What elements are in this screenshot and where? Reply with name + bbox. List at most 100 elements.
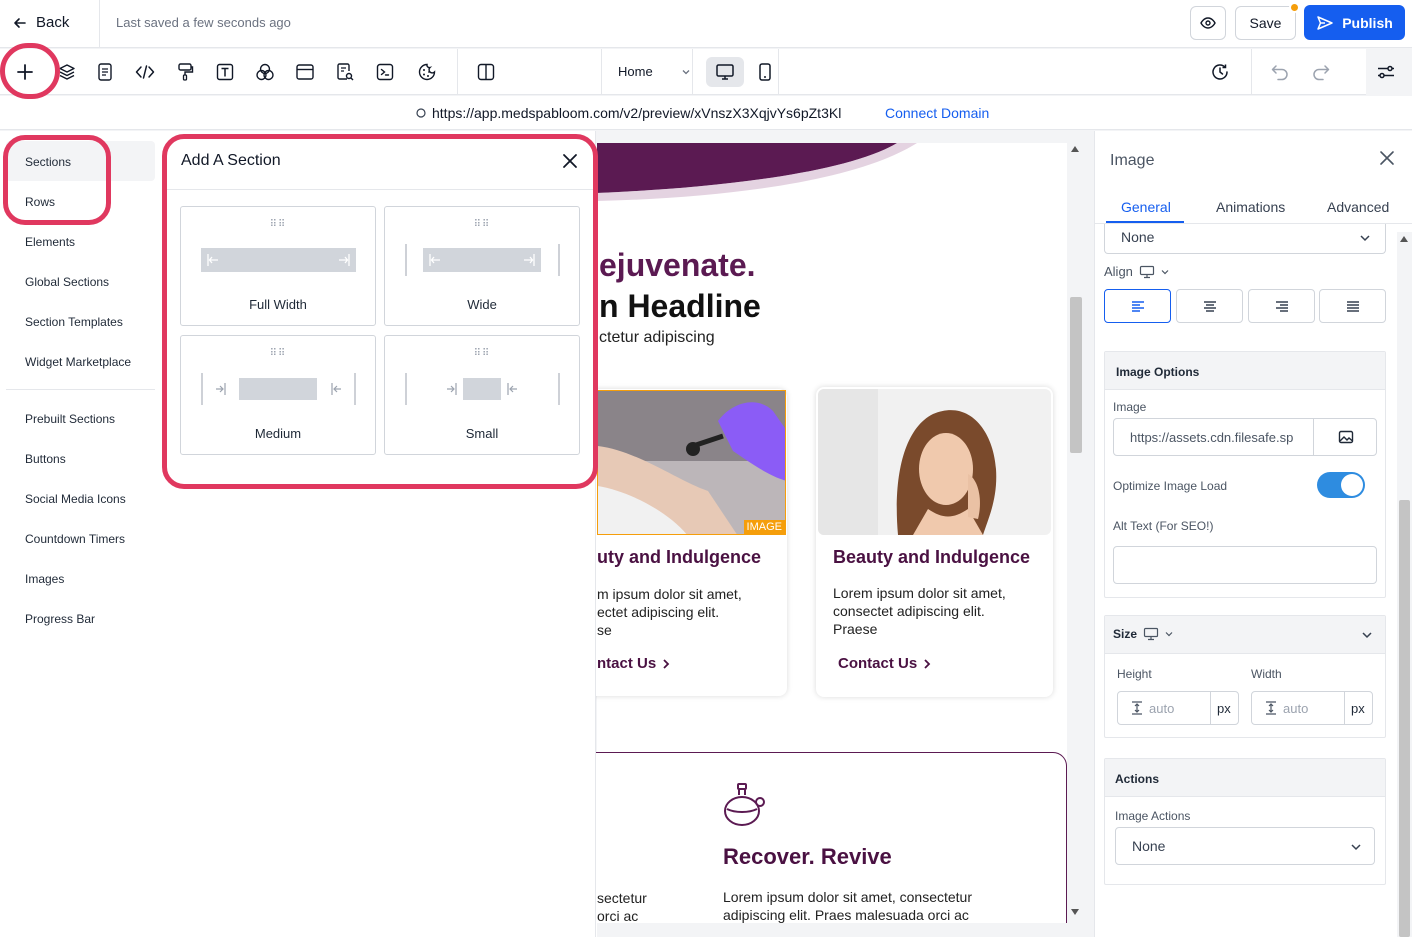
- pages-button[interactable]: [94, 61, 116, 83]
- scroll-up-icon[interactable]: [1400, 236, 1408, 242]
- section-option-small[interactable]: ⠿⠿ Small: [384, 335, 580, 455]
- page-select-value: Home: [618, 64, 653, 79]
- cookie-consent-button[interactable]: [416, 61, 438, 83]
- scroll-down-icon[interactable]: [1071, 909, 1079, 915]
- align-label-row[interactable]: Align: [1104, 264, 1169, 279]
- back-button[interactable]: Back: [12, 14, 69, 31]
- popup-button[interactable]: [294, 61, 316, 83]
- document-icon: [96, 62, 114, 82]
- desktop-view-button[interactable]: [706, 57, 744, 87]
- image-options-label: Image Options: [1116, 365, 1200, 379]
- undo-button[interactable]: [1269, 61, 1291, 83]
- align-center-button[interactable]: [1176, 289, 1243, 323]
- actions-header[interactable]: Actions: [1105, 759, 1385, 797]
- hero-headline-2[interactable]: n Headline: [599, 288, 761, 325]
- hero-headline-1[interactable]: ejuvenate.: [599, 247, 756, 284]
- height-input[interactable]: auto px: [1117, 691, 1239, 725]
- image-options-header[interactable]: Image Options: [1105, 352, 1385, 390]
- scroll-up-icon[interactable]: [1071, 146, 1079, 152]
- section-option-wide[interactable]: ⠿⠿ Wide: [384, 206, 580, 326]
- align-left-button[interactable]: [1104, 289, 1171, 323]
- nav-item-sections[interactable]: Sections: [25, 155, 71, 169]
- card-1-title[interactable]: uty and Indulgence: [597, 547, 761, 568]
- canvas-scrollbar[interactable]: [1069, 143, 1083, 923]
- image-picker-icon[interactable]: [1338, 430, 1354, 444]
- card-1-image[interactable]: IMAGE: [597, 390, 786, 535]
- alt-text-label: Alt Text (For SEO!): [1113, 519, 1214, 533]
- mobile-view-button[interactable]: [754, 61, 776, 83]
- styles-button[interactable]: [174, 61, 196, 83]
- image-actions-select[interactable]: None: [1115, 827, 1375, 865]
- redo-button[interactable]: [1310, 61, 1332, 83]
- nav-item-countdown-timers[interactable]: Countdown Timers: [25, 532, 125, 546]
- preview-url[interactable]: https://app.medspabloom.com/v2/preview/x…: [416, 105, 841, 121]
- chevron-down-icon: [1161, 268, 1169, 276]
- connect-domain-link[interactable]: Connect Domain: [885, 105, 989, 121]
- hero-subtext[interactable]: ctetur adipiscing: [599, 329, 715, 347]
- height-unit[interactable]: px: [1217, 701, 1231, 716]
- settings-scrollbar-thumb[interactable]: [1399, 500, 1410, 937]
- chevron-down-icon: [1165, 630, 1173, 638]
- layers-button[interactable]: [56, 61, 78, 83]
- nav-item-global-sections[interactable]: Global Sections: [25, 275, 109, 289]
- alt-text-input[interactable]: [1113, 546, 1377, 584]
- divider: [1344, 692, 1345, 724]
- top-select[interactable]: None: [1104, 224, 1386, 254]
- eye-icon: [1200, 15, 1216, 31]
- settings-toggle-icon-wrap: [1375, 61, 1397, 83]
- size-header[interactable]: Size: [1105, 616, 1385, 654]
- image-url-field[interactable]: https://assets.cdn.filesafe.sp: [1113, 418, 1377, 456]
- chevron-down-icon[interactable]: [1361, 630, 1373, 640]
- tab-advanced[interactable]: Advanced: [1327, 199, 1389, 215]
- nav-item-images[interactable]: Images: [25, 572, 64, 586]
- height-placeholder: auto: [1149, 701, 1175, 716]
- nav-item-progress-bar[interactable]: Progress Bar: [25, 612, 95, 626]
- align-justify-icon: [1346, 300, 1360, 312]
- card-1-contact-link[interactable]: ntact Us: [597, 655, 670, 672]
- optimize-toggle[interactable]: [1317, 472, 1365, 498]
- nav-item-social-media-icons[interactable]: Social Media Icons: [25, 492, 126, 506]
- card-2-contact-link[interactable]: Contact Us: [838, 655, 931, 672]
- align-right-button[interactable]: [1248, 289, 1315, 323]
- nav-item-elements[interactable]: Elements: [25, 235, 75, 249]
- tracking-code-button[interactable]: [374, 61, 396, 83]
- preview-button[interactable]: [1190, 6, 1226, 40]
- seo-button[interactable]: [334, 61, 356, 83]
- card-2-image[interactable]: [818, 389, 1051, 535]
- card-2-text-line2: consectet adipiscing elit.: [833, 603, 985, 619]
- width-placeholder: auto: [1283, 701, 1309, 716]
- align-justify-button[interactable]: [1319, 289, 1386, 323]
- desktop-icon: [1143, 627, 1159, 641]
- version-history-button[interactable]: [1209, 61, 1231, 83]
- back-label: Back: [36, 14, 70, 31]
- close-settings-button[interactable]: [1379, 150, 1395, 166]
- recover-title[interactable]: Recover. Revive: [723, 844, 892, 870]
- save-button[interactable]: Save: [1235, 6, 1296, 40]
- canvas-scrollbar-thumb[interactable]: [1070, 297, 1082, 453]
- unsaved-indicator-dot: [1289, 2, 1300, 13]
- nav-item-prebuilt-sections[interactable]: Prebuilt Sections: [25, 412, 115, 426]
- page-select[interactable]: Home: [618, 64, 691, 79]
- section-option-full-width[interactable]: ⠿⠿ Full Width: [180, 206, 376, 326]
- code-button[interactable]: [134, 61, 156, 83]
- add-element-button[interactable]: [14, 61, 36, 83]
- option-label: Medium: [254, 426, 302, 441]
- colors-button[interactable]: [254, 61, 276, 83]
- card-2-title[interactable]: Beauty and Indulgence: [833, 547, 1030, 568]
- option-label: Wide: [467, 297, 497, 312]
- split-view-button[interactable]: [475, 61, 497, 83]
- nav-item-section-templates[interactable]: Section Templates: [25, 315, 123, 329]
- tab-animations[interactable]: Animations: [1216, 199, 1285, 215]
- shapes-icon: [255, 62, 275, 82]
- close-panel-button[interactable]: [561, 152, 579, 170]
- header-wave-shape: [597, 143, 917, 201]
- publish-button[interactable]: Publish: [1304, 5, 1405, 40]
- nav-item-buttons[interactable]: Buttons: [25, 452, 66, 466]
- section-option-medium[interactable]: ⠿⠿ Medium: [180, 335, 376, 455]
- nav-item-widget-marketplace[interactable]: Widget Marketplace: [25, 355, 131, 369]
- typography-button[interactable]: [214, 61, 236, 83]
- nav-item-rows[interactable]: Rows: [25, 195, 55, 209]
- tab-general[interactable]: General: [1121, 199, 1171, 215]
- width-unit[interactable]: px: [1351, 701, 1365, 716]
- width-input[interactable]: auto px: [1251, 691, 1373, 725]
